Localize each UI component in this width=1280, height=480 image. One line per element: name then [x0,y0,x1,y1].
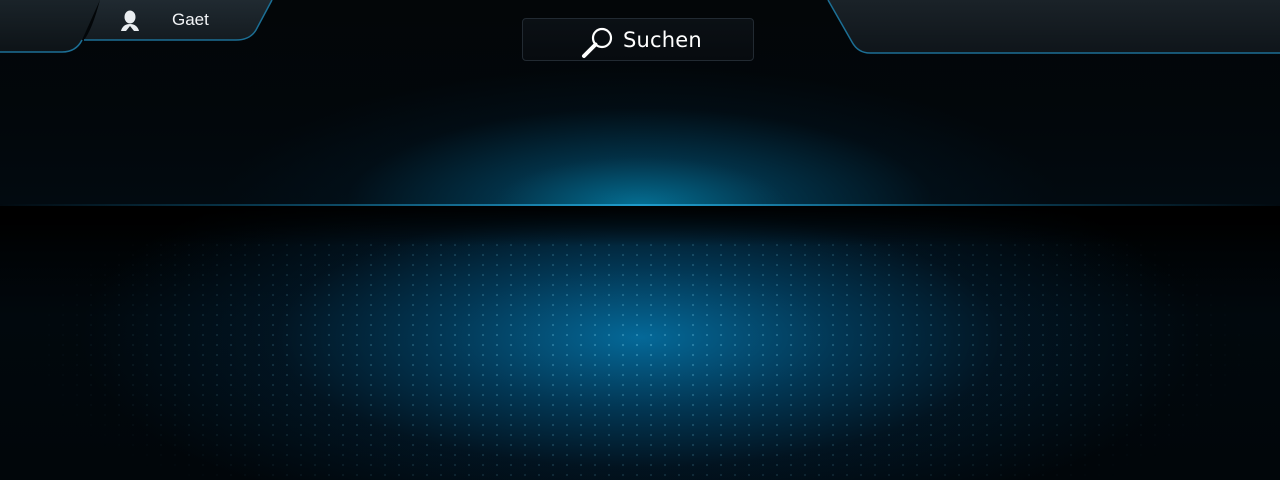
user-icon [120,10,140,32]
home-screen: Gaet Suchen [0,0,1280,480]
horizon-line [0,204,1280,206]
search-label: Suchen [623,28,702,52]
profile-button[interactable]: Gaet [84,0,264,40]
horizon-shadow [0,206,1280,246]
search-icon [581,25,615,59]
top-right-tab[interactable] [820,0,1280,56]
search-button[interactable]: Suchen [522,18,754,61]
profile-name: Gaet [172,10,209,29]
floor-dot-grid [0,240,1280,480]
